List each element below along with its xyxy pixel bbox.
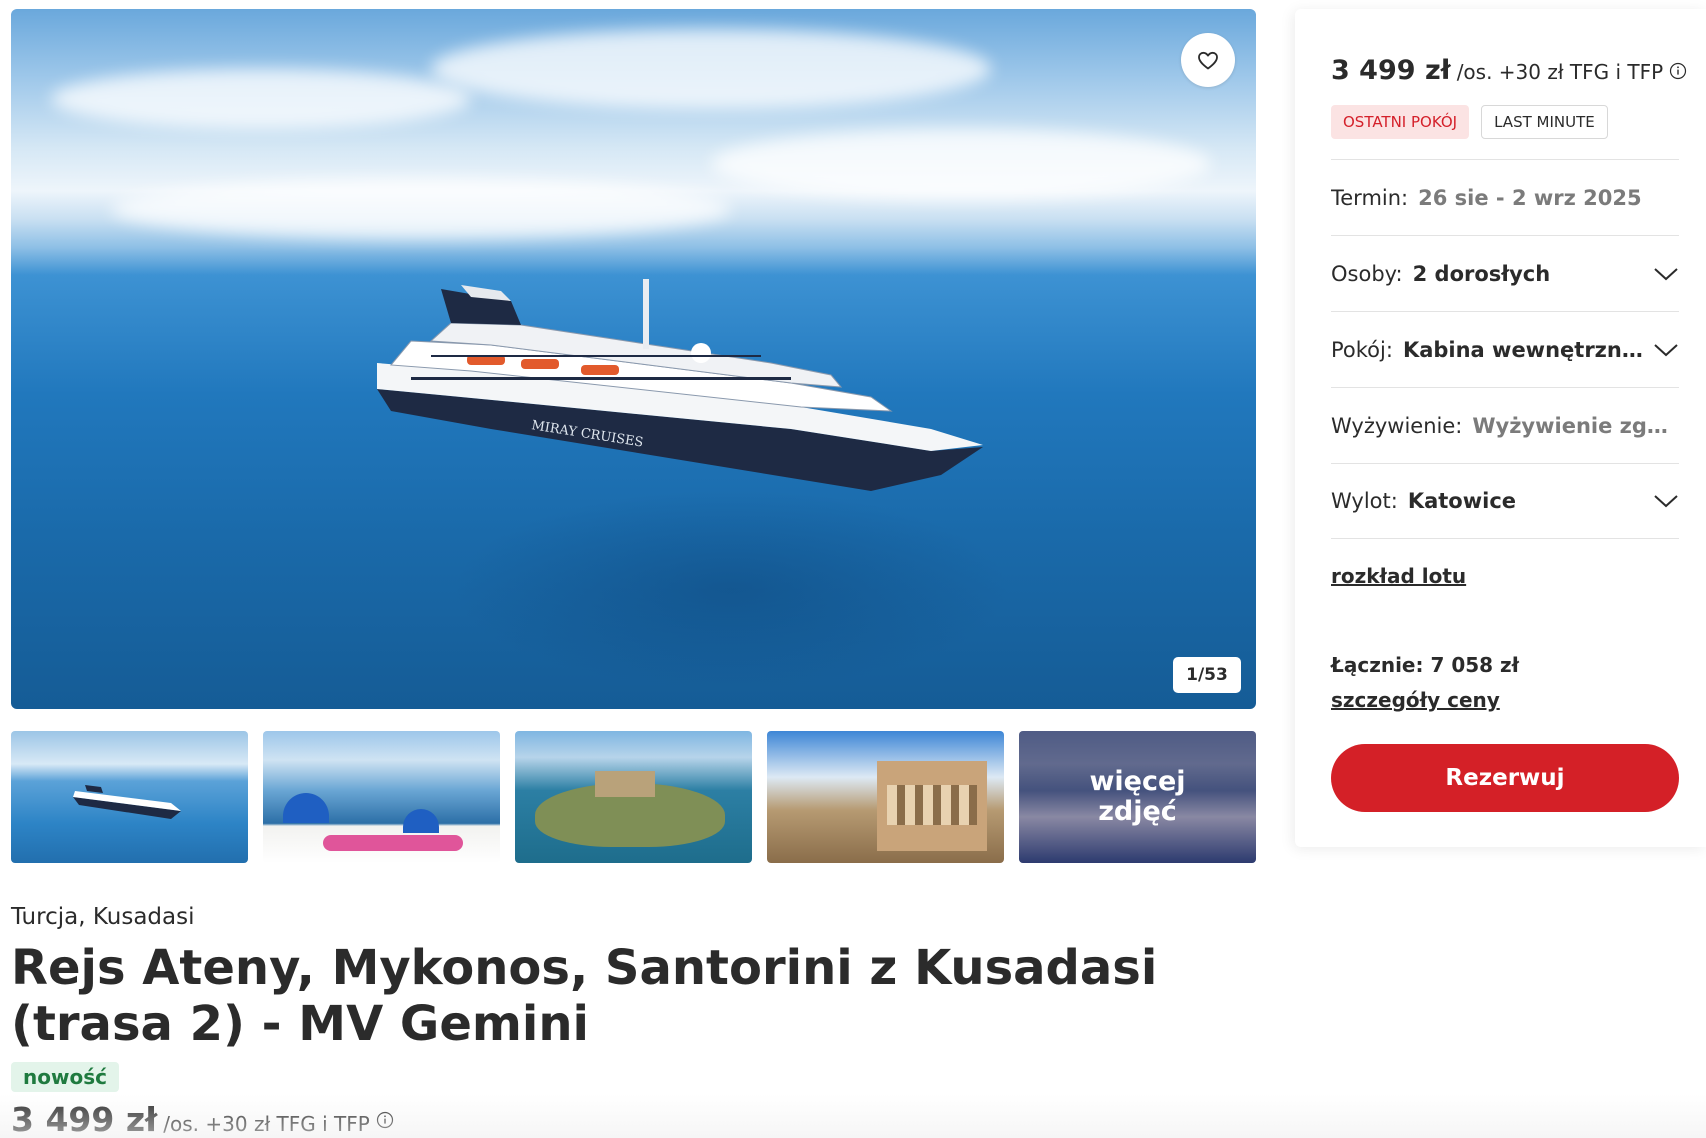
booking-card: 3 499 zł /os. +30 zł TFG i TFP OSTATNI P… [1295, 9, 1706, 847]
board-label: Wyżywienie: [1331, 413, 1463, 438]
cruise-ship-image: MIRAY CRUISES [377, 279, 983, 491]
flowers [323, 835, 463, 851]
price-details-link[interactable]: szczegóły ceny [1331, 688, 1500, 712]
thumbnail-strip: więcej zdjęć [11, 731, 1256, 863]
info-icon[interactable] [376, 1111, 394, 1129]
sky-cloud [431, 29, 991, 109]
last-minute-tag: LAST MINUTE [1481, 105, 1608, 139]
offer-title: Rejs Ateny, Mykonos, Santorini z Kusadas… [11, 940, 1158, 1052]
main-gallery-photo[interactable]: MIRAY CRUISES 1/53 [11, 9, 1256, 709]
term-row: Termin: 26 sie - 2 wrz 2025 [1331, 159, 1679, 235]
last-room-tag: OSTATNI POKÓJ [1331, 105, 1470, 139]
booking-price-value: 3 499 zł [1331, 55, 1451, 86]
price-suffix: /os. +30 zł TFG i TFP [163, 1112, 370, 1136]
chevron-down-icon [1654, 343, 1678, 356]
chevron-down-icon [1654, 267, 1678, 280]
persons-select[interactable]: Osoby: 2 dorosłych [1331, 235, 1679, 311]
term-value: 26 sie - 2 wrz 2025 [1418, 185, 1642, 210]
thumbnail-santorini[interactable] [263, 731, 500, 863]
blue-dome [403, 809, 439, 833]
heart-icon [1198, 51, 1218, 70]
offer-location: Turcja, Kusadasi [11, 904, 195, 930]
info-icon[interactable] [1669, 62, 1687, 80]
new-badge: nowość [11, 1062, 119, 1092]
ship-reflection [451, 489, 1011, 689]
chevron-down-icon [1654, 495, 1678, 508]
booking-price: 3 499 zł /os. +30 zł TFG i TFP [1331, 55, 1687, 86]
thumbnail-more-photos[interactable]: więcej zdjęć [1019, 731, 1256, 863]
blue-dome [283, 793, 329, 823]
thumbnail-ship[interactable] [11, 731, 248, 863]
room-value: Kabina wewnętrzna 2 ... [1402, 337, 1643, 362]
sky-cloud [111, 179, 731, 239]
photo-counter: 1/53 [1173, 657, 1241, 693]
ship-thumbnail-image [73, 785, 181, 819]
thumbnail-acropolis[interactable] [767, 731, 1004, 863]
offer-tags: OSTATNI POKÓJ LAST MINUTE [1331, 105, 1608, 139]
departure-label: Wylot: [1331, 489, 1398, 513]
booking-price-suffix: /os. +30 zł TFG i TFP [1456, 60, 1664, 84]
room-label: Pokój: [1331, 337, 1393, 362]
term-label: Termin: [1331, 185, 1409, 210]
flight-schedule-link[interactable]: rozkład lotu [1331, 564, 1466, 588]
sky-cloud [51, 69, 471, 129]
board-row: Wyżywienie: Wyżywienie zgodni... [1331, 387, 1679, 463]
more-photos-overlay: więcej zdjęć [1019, 731, 1256, 863]
sky-cloud [711, 129, 1211, 199]
castle [595, 771, 655, 797]
persons-value: 2 dorosłych [1412, 261, 1551, 286]
persons-label: Osoby: [1331, 261, 1403, 286]
departure-value: Katowice [1407, 489, 1517, 513]
departure-select[interactable]: Wylot: Katowice [1331, 463, 1679, 539]
board-value: Wyżywienie zgodni... [1472, 413, 1679, 438]
reserve-button[interactable]: Rezerwuj [1331, 744, 1679, 812]
columns [887, 785, 977, 825]
thumbnail-kusadasi[interactable] [515, 731, 752, 863]
total-price: Łącznie: 7 058 zł [1331, 653, 1520, 677]
offer-price: 3 499 zł /os. +30 zł TFG i TFP [11, 1100, 394, 1138]
favorite-button[interactable] [1181, 33, 1235, 87]
price-value: 3 499 zł [11, 1100, 158, 1138]
room-select[interactable]: Pokój: Kabina wewnętrzna 2 ... [1331, 311, 1679, 387]
